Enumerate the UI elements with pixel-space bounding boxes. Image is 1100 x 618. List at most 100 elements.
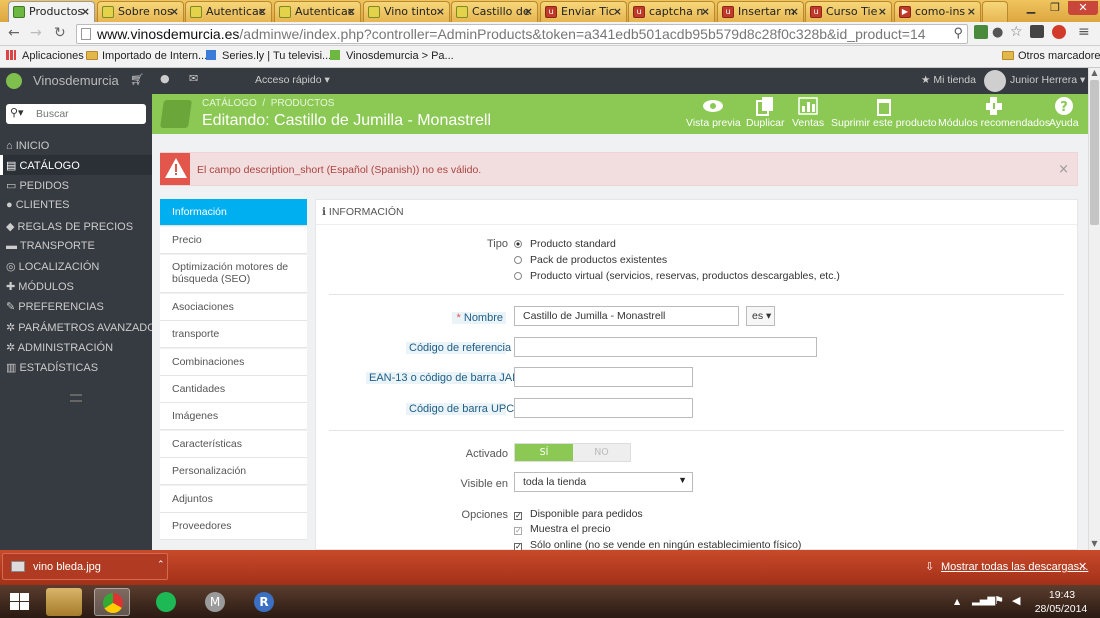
- close-window-icon[interactable]: ✕: [1068, 1, 1098, 15]
- back-icon[interactable]: ←: [8, 25, 20, 41]
- close-alert-button[interactable]: ×: [1058, 162, 1069, 177]
- close-tab-icon[interactable]: ×: [967, 5, 976, 18]
- preview-button[interactable]: Vista previa: [686, 96, 741, 129]
- menu-icon[interactable]: ≡: [1078, 24, 1090, 40]
- sidebar-item-reglas[interactable]: ◆ REGLAS DE PRECIOS: [0, 216, 152, 236]
- switch-no[interactable]: NO: [573, 444, 630, 461]
- tray-expand-icon[interactable]: ▲: [954, 597, 960, 606]
- close-tab-icon[interactable]: ×: [878, 5, 887, 18]
- sidebar-item-inicio[interactable]: ⌂ INICIO: [0, 136, 152, 156]
- close-tab-icon[interactable]: ×: [258, 5, 267, 18]
- clock-time[interactable]: 19:43: [1037, 589, 1087, 601]
- volume-icon[interactable]: ◀: [1012, 594, 1020, 607]
- sidebar-item-estadisticas[interactable]: ▥ ESTADÍSTICAS: [0, 357, 152, 377]
- bookmark-folder[interactable]: Importado de Intern...: [86, 50, 207, 62]
- sidebar-item-preferencias[interactable]: ✎ PREFERENCIAS: [0, 296, 152, 316]
- ean-input[interactable]: [514, 367, 693, 387]
- r-app-taskbar-button[interactable]: R: [246, 588, 282, 616]
- option-show-price[interactable]: ✓ Muestra el precio: [514, 523, 611, 535]
- browser-tab[interactable]: u Enviar Tic ×: [540, 1, 627, 22]
- reload-icon[interactable]: ↻: [54, 25, 66, 41]
- user-menu[interactable]: Junior Herrera ▾: [1010, 74, 1085, 86]
- app-taskbar-button[interactable]: M: [197, 588, 233, 616]
- tab-cantidades[interactable]: Cantidades: [160, 376, 307, 403]
- scroll-up-icon[interactable]: ▲: [1089, 68, 1100, 77]
- radio-button[interactable]: [514, 256, 522, 264]
- user-icon[interactable]: ●: [160, 72, 170, 85]
- sidebar-item-modulos[interactable]: ✚ MÓDULOS: [0, 276, 152, 296]
- help-button[interactable]: ? Ayuda: [1049, 96, 1079, 129]
- extension-icon[interactable]: [974, 25, 988, 39]
- browser-tab[interactable]: Productos ×: [8, 1, 95, 22]
- new-tab-button[interactable]: [982, 1, 1008, 22]
- avatar[interactable]: [984, 70, 1006, 92]
- checkbox[interactable]: ✓: [514, 527, 522, 535]
- browser-tab[interactable]: Sobre nos ×: [97, 1, 184, 22]
- browser-tab[interactable]: Vino tinto ×: [363, 1, 450, 22]
- visibility-select[interactable]: toda la tienda ▼: [514, 472, 693, 492]
- tab-informacion[interactable]: Información: [160, 199, 307, 226]
- tab-precio[interactable]: Precio: [160, 227, 307, 254]
- sidebar-item-localizacion[interactable]: ◎ LOCALIZACIÓN: [0, 256, 152, 276]
- sales-button[interactable]: Ventas: [792, 96, 824, 129]
- extension-icon[interactable]: [1052, 25, 1066, 39]
- tab-seo[interactable]: Optimización motores de búsqueda (SEO): [160, 255, 307, 293]
- type-option-pack[interactable]: Pack de productos existentes: [514, 254, 667, 266]
- chevron-up-icon[interactable]: ⌃: [157, 560, 165, 570]
- cart-icon[interactable]: 🛒︎: [130, 73, 144, 86]
- close-tab-icon[interactable]: ×: [790, 5, 799, 18]
- active-switch[interactable]: SÍ NO: [514, 443, 631, 462]
- collapse-menu-icon[interactable]: [70, 394, 82, 402]
- tab-caracteristicas[interactable]: Características: [160, 431, 307, 458]
- tab-transporte[interactable]: transporte: [160, 321, 307, 348]
- tab-asociaciones[interactable]: Asociaciones: [160, 294, 307, 321]
- page-scrollbar[interactable]: ▲ ▼: [1088, 68, 1100, 550]
- tab-adjuntos[interactable]: Adjuntos: [160, 486, 307, 513]
- duplicate-button[interactable]: Duplicar: [746, 96, 785, 129]
- bookmark-apps[interactable]: Aplicaciones: [6, 50, 84, 62]
- network-icon[interactable]: ▂▄▆: [972, 595, 995, 606]
- radio-button[interactable]: [514, 240, 522, 248]
- close-tab-icon[interactable]: ×: [81, 5, 90, 18]
- download-item[interactable]: vino bleda.jpg ⌃: [2, 553, 168, 580]
- search-icon[interactable]: ⚲▾: [10, 106, 24, 119]
- switch-yes[interactable]: SÍ: [515, 444, 573, 461]
- name-input[interactable]: Castillo de Jumilla - Monastrell: [514, 306, 739, 326]
- language-select[interactable]: es ▾: [746, 306, 775, 326]
- browser-tab[interactable]: u Insertar m ×: [717, 1, 804, 22]
- close-tab-icon[interactable]: ×: [701, 5, 710, 18]
- sidebar-item-administracion[interactable]: ✲ ADMINISTRACIÓN: [0, 337, 152, 357]
- file-explorer-icon[interactable]: [46, 588, 82, 616]
- close-tab-icon[interactable]: ×: [170, 5, 179, 18]
- bookmark-vinos[interactable]: Vinosdemurcia > Pa...: [330, 50, 454, 62]
- sidebar-item-pedidos[interactable]: ▭ PEDIDOS: [0, 175, 152, 195]
- sidebar-item-clientes[interactable]: ● CLIENTES: [0, 195, 152, 215]
- tab-imagenes[interactable]: Imágenes: [160, 403, 307, 430]
- bookmark-star-icon[interactable]: ☆: [1010, 24, 1023, 40]
- type-option-standard[interactable]: Producto standard: [514, 238, 616, 250]
- show-all-downloads-link[interactable]: Mostrar todas las descargas...: [941, 561, 1088, 573]
- browser-tab[interactable]: Autenticac ×: [185, 1, 272, 22]
- scroll-down-icon[interactable]: ▼: [1089, 539, 1100, 548]
- address-bar[interactable]: www.vinosdemurcia.es/adminwe/index.php?c…: [76, 24, 968, 44]
- restore-icon[interactable]: ❐: [1044, 1, 1066, 15]
- browser-tab[interactable]: ▶ como-ins ×: [894, 1, 981, 22]
- my-shop-link[interactable]: ★ Mi tienda: [921, 74, 976, 86]
- tab-combinaciones[interactable]: Combinaciones: [160, 349, 307, 376]
- quick-access-dropdown[interactable]: Acceso rápido ▾: [255, 74, 330, 86]
- search-input[interactable]: [36, 106, 140, 122]
- close-tab-icon[interactable]: ×: [613, 5, 622, 18]
- other-bookmarks[interactable]: Otros marcadores: [1002, 50, 1100, 62]
- search-icon[interactable]: ⚲: [953, 25, 963, 41]
- extension-icon[interactable]: ●: [992, 25, 1003, 40]
- close-icon[interactable]: ✕: [1078, 560, 1087, 573]
- close-tab-icon[interactable]: ×: [524, 5, 533, 18]
- sidebar-item-catalogo[interactable]: ▤ CATÁLOGO: [0, 155, 152, 175]
- shop-name[interactable]: Vinosdemurcia: [33, 73, 119, 88]
- recommended-modules-button[interactable]: Módulos recomendados: [938, 96, 1050, 129]
- sidebar-item-parametros[interactable]: ✲ PARÁMETROS AVANZADOS: [0, 317, 163, 337]
- breadcrumb-item[interactable]: CATÁLOGO: [202, 98, 257, 109]
- tab-personalizacion[interactable]: Personalización: [160, 458, 307, 485]
- bookmark-series[interactable]: Series.ly | Tu televisi...: [206, 50, 331, 62]
- upc-input[interactable]: [514, 398, 693, 418]
